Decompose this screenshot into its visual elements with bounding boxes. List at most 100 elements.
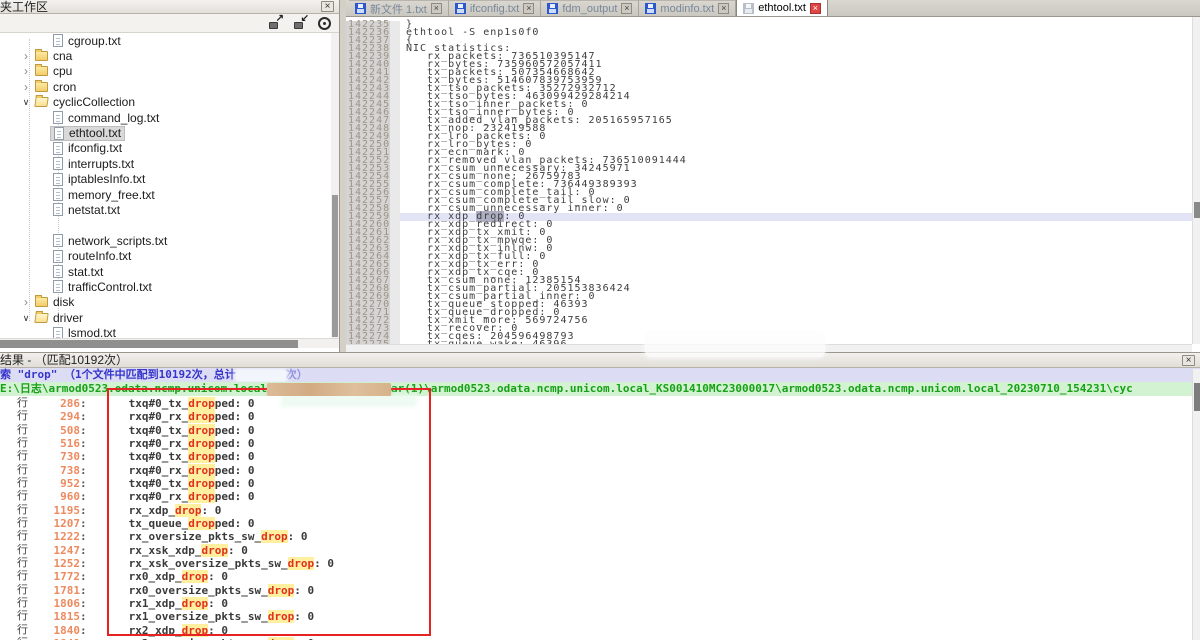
search-match: drop xyxy=(288,557,315,570)
result-row[interactable]: 行1772:rx0_xdp_drop: 0 xyxy=(0,570,1192,583)
tab-ifconfig-txt[interactable]: ifconfig.txt× xyxy=(449,0,542,16)
tree-horizontal-scrollbar[interactable] xyxy=(0,338,339,348)
result-row[interactable]: 行1222:rx_oversize_pkts_sw_drop: 0 xyxy=(0,530,1192,543)
tab-fdm-output[interactable]: fdm_output× xyxy=(541,0,639,16)
colon: : xyxy=(80,477,87,490)
document-icon xyxy=(53,142,63,155)
tree-item-cgroup-txt[interactable]: cgroup.txt xyxy=(0,33,339,48)
result-row[interactable]: 行286:txq#0_tx_dropped: 0 xyxy=(0,397,1192,410)
editor-area: 新文件 1.txt×ifconfig.txt×fdm_output×modinf… xyxy=(346,0,1200,352)
tree-item-label: iptablesInfo.txt xyxy=(68,172,145,186)
tree-item-cna[interactable]: ›cna xyxy=(0,48,339,63)
tree-item-lsmod-txt[interactable]: lsmod.txt xyxy=(0,325,339,338)
tree-item-interrupts-txt[interactable]: interrupts.txt xyxy=(0,156,339,171)
chevron-right-icon[interactable]: › xyxy=(20,51,32,61)
tree-item-routeinfo-txt[interactable]: routeInfo.txt xyxy=(0,248,339,263)
collapse-all-icon[interactable]: ↙ xyxy=(293,16,309,30)
chevron-right-icon[interactable]: › xyxy=(20,66,32,76)
editor-vertical-scrollbar[interactable] xyxy=(1192,17,1200,344)
editor-line-text: { xyxy=(400,37,1192,45)
tab-close-icon[interactable]: × xyxy=(718,3,729,14)
result-row[interactable]: 行1195:rx_xdp_drop: 0 xyxy=(0,504,1192,517)
result-row[interactable]: 行1806:rx1_xdp_drop: 0 xyxy=(0,597,1192,610)
colon: : xyxy=(80,624,87,637)
row-label: 行 xyxy=(17,570,31,583)
result-row[interactable]: 行1247:rx_xsk_xdp_drop: 0 xyxy=(0,544,1192,557)
tree-item-disk[interactable]: ›disk xyxy=(0,295,339,310)
floppy-save-icon xyxy=(355,3,366,14)
expand-all-icon[interactable]: ↗ xyxy=(268,16,284,30)
search-summary-line[interactable]: 搜索 "drop" （1个文件中匹配到10192次，总计次） xyxy=(0,368,1200,382)
document-icon xyxy=(53,265,63,278)
result-text: rxq#0_rx_dropped: 0 xyxy=(129,490,255,503)
colon: : xyxy=(80,464,87,477)
results-titlebar: 搜索结果 - （匹配10192次） × xyxy=(0,353,1200,368)
colon: : xyxy=(80,410,87,423)
document-icon xyxy=(53,250,63,263)
result-row[interactable]: 行730:txq#0_tx_dropped: 0 xyxy=(0,450,1192,463)
fold-margin xyxy=(390,285,400,293)
tab--1-txt[interactable]: 新文件 1.txt× xyxy=(349,0,449,16)
chevron-right-icon[interactable]: › xyxy=(20,297,32,307)
tree-item-label: cgroup.txt xyxy=(68,34,121,48)
results-close-icon[interactable]: × xyxy=(1182,355,1195,366)
result-row[interactable]: 行952:txq#0_tx_dropped: 0 xyxy=(0,477,1192,490)
tab-close-icon[interactable]: × xyxy=(810,3,821,14)
tree-item-netstat-txt[interactable]: netstat.txt xyxy=(0,202,339,217)
result-row[interactable]: 行1781:rx0_oversize_pkts_sw_drop: 0 xyxy=(0,584,1192,597)
fold-margin xyxy=(390,77,400,85)
tab-close-icon[interactable]: × xyxy=(523,3,534,14)
result-row[interactable]: 行294:rxq#0_rx_dropped: 0 xyxy=(0,410,1192,423)
result-row[interactable]: 行738:rxq#0_rx_dropped: 0 xyxy=(0,464,1192,477)
result-row[interactable]: 行516:rxq#0_rx_dropped: 0 xyxy=(0,437,1192,450)
scrollbar-thumb[interactable] xyxy=(1194,202,1200,218)
tree-item-stat-txt[interactable]: stat.txt xyxy=(0,264,339,279)
workspace-close-icon[interactable]: × xyxy=(321,1,334,12)
result-row[interactable]: 行508:txq#0_tx_dropped: 0 xyxy=(0,424,1192,437)
tree-item-network-scripts-txt[interactable]: network_scripts.txt xyxy=(0,233,339,248)
result-row[interactable]: 行1815:rx1_oversize_pkts_sw_drop: 0 xyxy=(0,610,1192,623)
tree-item-ifconfig-txt[interactable]: ifconfig.txt xyxy=(0,141,339,156)
result-row[interactable]: 行960:rxq#0_rx_dropped: 0 xyxy=(0,490,1192,503)
tree-item-trafficcontrol-txt[interactable]: trafficControl.txt xyxy=(0,279,339,294)
search-match: drop xyxy=(182,570,209,583)
tree-item-command-log-txt[interactable]: command_log.txt xyxy=(0,110,339,125)
tree-item-label: network_scripts.txt xyxy=(68,234,167,248)
tree-item-cycliccollection[interactable]: ∨cyclicCollection xyxy=(0,95,339,110)
result-line-number: 1222 xyxy=(31,530,80,543)
scrollbar-thumb[interactable] xyxy=(332,195,338,337)
tab-modinfo-txt[interactable]: modinfo.txt× xyxy=(639,0,736,16)
result-file-path[interactable]: E:\日志\armod0523.odata.ncmp.unicom.locala… xyxy=(0,382,1200,396)
search-summary-text: 搜索 "drop" （1个文件中匹配到10192次，总计 xyxy=(0,368,236,381)
locate-file-icon[interactable] xyxy=(318,17,331,30)
tree-item-cron[interactable]: ›cron xyxy=(0,79,339,94)
folder-icon xyxy=(35,51,48,61)
tree-item-memory-free-txt[interactable]: memory_free.txt xyxy=(0,187,339,202)
results-vertical-scrollbar[interactable] xyxy=(1192,369,1200,640)
tab-close-icon[interactable]: × xyxy=(621,3,632,14)
folder-icon xyxy=(35,297,48,307)
chevron-down-icon[interactable]: ∨ xyxy=(20,313,32,323)
editor-line[interactable]: 142236ethtool -S enp1s0f0 xyxy=(346,29,1192,37)
result-row[interactable]: 行1252:rx_xsk_oversize_pkts_sw_drop: 0 xyxy=(0,557,1192,570)
editor-code[interactable]: 142235}142236ethtool -S enp1s0f0142237{1… xyxy=(346,17,1192,344)
tree-vertical-scrollbar[interactable] xyxy=(331,33,339,338)
row-label: 行 xyxy=(17,490,31,503)
result-row[interactable]: 行1207:tx_queue_dropped: 0 xyxy=(0,517,1192,530)
tab-ethtool-txt[interactable]: ethtool.txt× xyxy=(736,0,828,16)
tree-item-ethtool-txt[interactable]: ethtool.txt xyxy=(0,125,339,140)
chevron-down-icon[interactable]: ∨ xyxy=(20,97,32,107)
tree-item-iptablesinfo-txt[interactable]: iptablesInfo.txt xyxy=(0,172,339,187)
result-line-number: 1207 xyxy=(31,517,80,530)
document-icon xyxy=(54,127,64,140)
tree-item-driver[interactable]: ∨driver xyxy=(0,310,339,325)
chevron-right-icon[interactable]: › xyxy=(20,82,32,92)
search-match: drop xyxy=(188,424,215,437)
tree-item-cpu[interactable]: ›cpu xyxy=(0,64,339,79)
scrollbar-thumb[interactable] xyxy=(1194,383,1200,411)
tab-close-icon[interactable]: × xyxy=(431,3,442,14)
folder-open-icon xyxy=(34,313,48,323)
result-row[interactable]: 行1840:rx2_xdp_drop: 0 xyxy=(0,624,1192,637)
scrollbar-thumb[interactable] xyxy=(0,340,298,348)
result-text: rx1_oversize_pkts_sw_drop: 0 xyxy=(129,610,314,623)
